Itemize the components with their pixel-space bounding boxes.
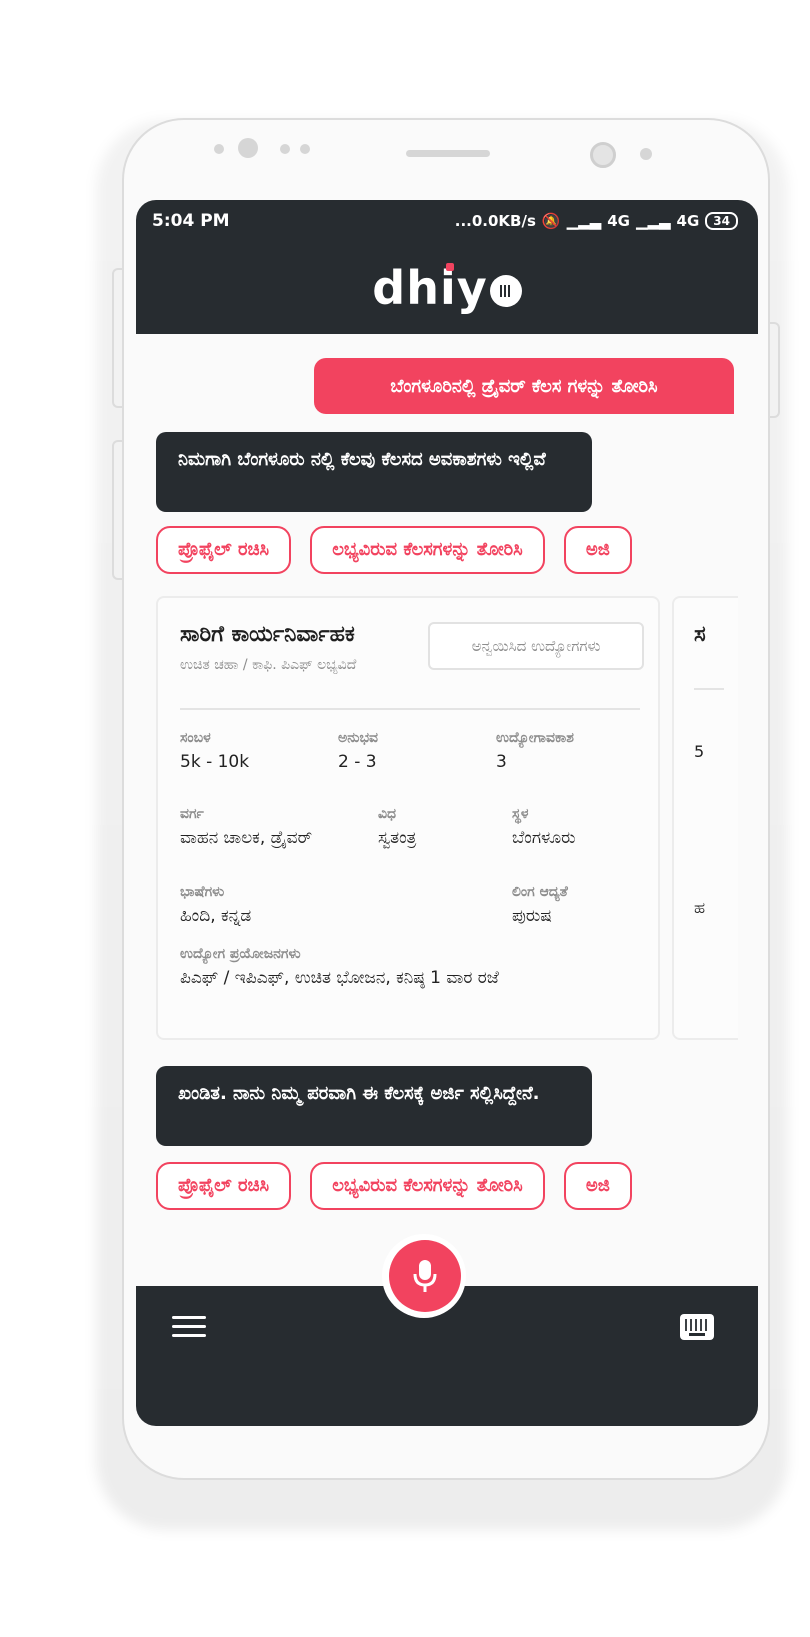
mute-icon: 🔕 — [541, 212, 561, 230]
app-logo: dhiy — [372, 261, 522, 315]
status-bar: 5:04 PM ...0.0KB/s 🔕 ▁▂▃ 4G ▁▂▃ 4G 34 — [136, 200, 758, 242]
front-sensor — [238, 138, 258, 158]
salary-field: ಸಂಬಳ 5k - 10k — [180, 730, 249, 772]
sensor-dot — [300, 144, 310, 154]
experience-label: ಅನುಭವ — [338, 730, 379, 746]
earpiece-speaker — [406, 150, 490, 157]
status-time: 5:04 PM — [152, 211, 230, 231]
suggestion-chips: ಪ್ರೊಫೈಲ್ ರಚಿಸಿ ಲಭ್ಯವಿರುವ ಕೆಲಸಗಳನ್ನು ತೋರಿ… — [156, 526, 738, 578]
network-type-1: 4G — [607, 212, 630, 230]
sensor-dot — [640, 148, 652, 160]
languages-label: ಭಾಷೆಗಳು — [180, 884, 225, 900]
next-card-languages: ಹ — [694, 898, 706, 917]
card-divider — [180, 708, 640, 710]
mic-icon — [413, 1260, 437, 1292]
user-message-bubble: ಬೆಂಗಳೂರಿನಲ್ಲಿ ಡ್ರೈವರ್ ಕೆಲಸ ಗಳನ್ನು ತೋರಿಸಿ — [314, 358, 734, 414]
type-field: ವಿಧ ಸ್ವತಂತ್ರ — [378, 806, 416, 848]
languages-value: ಹಿಂದಿ, ಕನ್ನಡ — [180, 906, 252, 926]
openings-field: ಉದ್ಯೋಗಾವಕಾಶ 3 — [496, 730, 574, 772]
location-label: ಸ್ಥಳ — [512, 806, 529, 822]
next-card-title: ಸ — [694, 622, 706, 647]
job-card-next[interactable]: ಸ 5 ಹ — [672, 596, 738, 1040]
job-title: ಸಾರಿಗೆ ಕಾರ್ಯನಿರ್ವಾಹಕ — [180, 622, 355, 647]
show-jobs-chip[interactable]: ಲಭ್ಯವಿರುವ ಕೆಲಸಗಳನ್ನು ತೋರಿಸಿ — [310, 526, 545, 574]
suggestion-chips: ಪ್ರೊಫೈಲ್ ರಚಿಸಿ ಲಭ್ಯವಿರುವ ಕೆಲಸಗಳನ್ನು ತೋರಿ… — [156, 1162, 738, 1214]
bot-message-bubble: ಖಂಡಿತ. ನಾನು ನಿಮ್ಮ ಪರವಾಗಿ ಈ ಕೆಲಸಕ್ಕೆ ಅರ್ಜ… — [156, 1066, 592, 1146]
network-type-2: 4G — [676, 212, 700, 230]
create-profile-chip[interactable]: ಪ್ರೊಫೈಲ್ ರಚಿಸಿ — [156, 1162, 292, 1210]
job-cards-carousel[interactable]: ಸಾರಿಗೆ ಕಾರ್ಯನಿರ್ವಾಹಕ ಉಚಿತ ಚಹಾ / ಕಾಫಿ. ಪಿ… — [136, 596, 738, 1046]
signal-icon: ▁▂▃ — [635, 212, 671, 230]
type-label: ವಿಧ — [378, 806, 397, 822]
logo-text: dhiy — [372, 261, 488, 315]
location-value: ಬೆಂಗಳೂರು — [512, 828, 576, 848]
keyboard-icon[interactable] — [680, 1314, 714, 1340]
phone-screen: 5:04 PM ...0.0KB/s 🔕 ▁▂▃ 4G ▁▂▃ 4G 34 dh… — [136, 200, 758, 1426]
mic-button[interactable] — [389, 1240, 461, 1312]
benefits-label: ಉದ್ಯೋಗ ಪ್ರಯೋಜನಗಳು — [180, 946, 301, 962]
experience-field: ಅನುಭವ 2 - 3 — [338, 730, 378, 772]
job-subtitle: ಉಚಿತ ಚಹಾ / ಕಾಫಿ. ಪಿಎಫ್ ಲಭ್ಯವಿದೆ — [180, 657, 357, 673]
job-card[interactable]: ಸಾರಿಗೆ ಕಾರ್ಯನಿರ್ವಾಹಕ ಉಚಿತ ಚಹಾ / ಕಾಫಿ. ಪಿ… — [156, 596, 660, 1040]
openings-value: 3 — [496, 752, 507, 772]
salary-value: 5k - 10k — [180, 752, 250, 772]
next-card-salary: 5 — [694, 742, 705, 761]
bot-message-bubble: ನಿಮಗಾಗಿ ಬೆಂಗಳೂರು ನಲ್ಲಿ ಕೆಲವು ಕೆಲಸದ ಅವಕಾಶ… — [156, 432, 592, 512]
category-field: ವರ್ಗ ವಾಹನ ಚಾಲಕ, ಡ್ರೈವರ್ — [180, 806, 312, 848]
next-card-divider — [694, 688, 724, 690]
logo-accent-dot — [446, 263, 455, 271]
apply-chip[interactable]: ಅಜಿ — [563, 526, 632, 574]
signal-icon: ▁▂▃ — [566, 212, 602, 230]
show-jobs-chip[interactable]: ಲಭ್ಯವಿರುವ ಕೆಲಸಗಳನ್ನು ತೋರಿಸಿ — [310, 1162, 545, 1210]
chat-area[interactable]: ಬೆಂಗಳೂರಿನಲ್ಲಿ ಡ್ರೈವರ್ ಕೆಲಸ ಗಳನ್ನು ತೋರಿಸಿ… — [136, 334, 758, 1334]
network-speed: ...0.0KB/s — [454, 212, 536, 230]
type-value: ಸ್ವತಂತ್ರ — [378, 828, 417, 848]
benefits-value: ಪಿಎಫ್ / ಇಪಿಎಫ್, ಉಚಿತ ಭೋಜನ, ಕನಿಷ್ಠ 1 ವಾರ … — [180, 968, 499, 988]
salary-label: ಸಂಬಳ — [180, 730, 211, 746]
gender-label: ಲಿಂಗ ಆದ್ಯತೆ — [512, 884, 568, 900]
create-profile-chip[interactable]: ಪ್ರೊಫೈಲ್ ರಚಿಸಿ — [156, 526, 292, 574]
battery-icon: 34 — [705, 212, 738, 230]
sensor-dot — [214, 144, 224, 154]
languages-field: ಭಾಷೆಗಳು ಹಿಂದಿ, ಕನ್ನಡ — [180, 884, 251, 926]
menu-icon[interactable] — [172, 1316, 206, 1342]
category-label: ವರ್ಗ — [180, 806, 204, 822]
category-value: ವಾಹನ ಚಾಲಕ, ಡ್ರೈವರ್ — [180, 828, 313, 848]
openings-label: ಉದ್ಯೋಗಾವಕಾಶ — [496, 730, 574, 746]
logo-voice-icon — [489, 275, 522, 307]
location-field: ಸ್ಥಳ ಬೆಂಗಳೂರು — [512, 806, 576, 848]
app-header: dhiy — [136, 242, 758, 334]
sensor-dot — [280, 144, 290, 154]
applied-jobs-button[interactable]: ಅನ್ವಯಿಸಿದ ಉದ್ಯೋಗಗಳು — [428, 622, 644, 670]
apply-chip[interactable]: ಅಜಿ — [563, 1162, 632, 1210]
status-indicators: ...0.0KB/s 🔕 ▁▂▃ 4G ▁▂▃ 4G 34 — [455, 212, 738, 230]
gender-value: ಪುರುಷ — [512, 906, 552, 926]
experience-value: 2 - 3 — [338, 752, 377, 772]
benefits-field: ಉದ್ಯೋಗ ಪ್ರಯೋಜನಗಳು ಪಿಎಫ್ / ಇಪಿಎಫ್, ಉಚಿತ ಭ… — [180, 946, 499, 988]
front-camera — [590, 142, 616, 168]
gender-field: ಲಿಂಗ ಆದ್ಯತೆ ಪುರುಷ — [512, 884, 568, 926]
